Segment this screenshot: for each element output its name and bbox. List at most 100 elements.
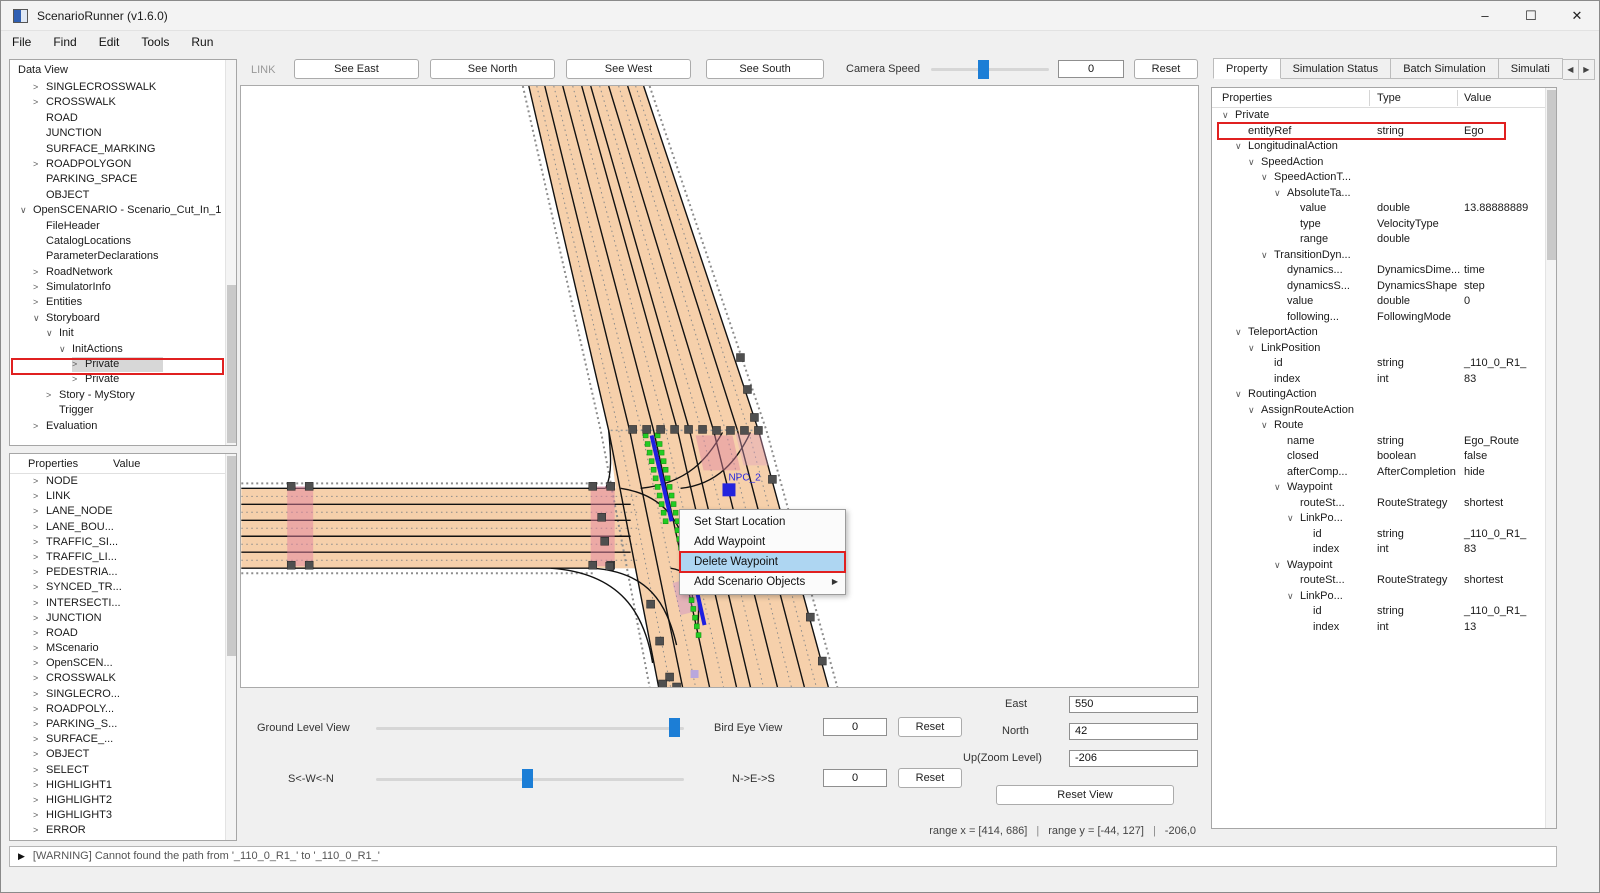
tree-item[interactable]: >INTERSECTI... <box>10 596 236 611</box>
property-row[interactable]: indexint83 <box>1212 542 1556 558</box>
tree-item[interactable]: >RoadNetwork <box>10 265 236 280</box>
tab-scroll-left-icon[interactable]: ◀ <box>1563 59 1579 80</box>
east-input[interactable]: 550 <box>1069 696 1198 713</box>
property-row[interactable]: ∨TransitionDyn... <box>1212 248 1556 264</box>
property-row[interactable]: ∨LinkPo... <box>1212 589 1556 605</box>
context-menu-item-set-start-location[interactable]: Set Start Location <box>680 512 845 532</box>
chevron-down-icon[interactable]: ∨ <box>1248 341 1261 357</box>
property-row[interactable]: idstring_110_0_R1_ <box>1212 356 1556 372</box>
tree-item[interactable]: >Private <box>10 372 236 387</box>
property-row[interactable]: ∨AssignRouteAction <box>1212 403 1556 419</box>
context-menu-item-add-scenario-objects[interactable]: Add Scenario Objects▶ <box>680 572 845 592</box>
tree-item[interactable]: >HIGHLIGHT1 <box>10 778 236 793</box>
close-button[interactable]: ✕ <box>1555 1 1599 31</box>
chevron-down-icon[interactable]: ∨ <box>59 342 72 357</box>
chevron-down-icon[interactable]: ∨ <box>1274 186 1287 202</box>
tree-item[interactable]: >ERROR <box>10 823 236 838</box>
nes-reset-button[interactable]: Reset <box>898 768 962 788</box>
tree-item[interactable]: >TRAFFIC_LI... <box>10 550 236 565</box>
tree-item[interactable]: >MScenario <box>10 641 236 656</box>
property-row[interactable]: dynamics...DynamicsDime...time <box>1212 263 1556 279</box>
tab-batch-simulation[interactable]: Batch Simulation <box>1391 58 1499 79</box>
menu-file[interactable]: File <box>1 31 42 49</box>
chevron-right-icon[interactable]: > <box>33 80 46 95</box>
chevron-down-icon[interactable]: ∨ <box>1287 589 1300 605</box>
tree-item[interactable]: ROAD <box>10 111 236 126</box>
tree-item[interactable]: >ROADPOLY... <box>10 702 236 717</box>
chevron-right-icon[interactable]: > <box>33 504 46 519</box>
property-row[interactable]: dynamicsS...DynamicsShapestep <box>1212 279 1556 295</box>
chevron-right-icon[interactable]: > <box>33 763 46 778</box>
tree-item[interactable]: >HIGHLIGHT3 <box>10 808 236 823</box>
chevron-right-icon[interactable]: > <box>33 687 46 702</box>
property-row[interactable]: ∨AbsoluteTa... <box>1212 186 1556 202</box>
property-row[interactable]: ∨LinkPosition <box>1212 341 1556 357</box>
tab-property[interactable]: Property <box>1213 58 1281 79</box>
chevron-right-icon[interactable]: > <box>72 357 85 372</box>
tree-item[interactable]: >LANE_BOU... <box>10 520 236 535</box>
chevron-right-icon[interactable]: > <box>33 157 46 172</box>
map-view[interactable]: NPC_2 Set Start LocationAdd WaypointDele… <box>240 85 1199 688</box>
tree-item[interactable]: >TRAFFIC_SI... <box>10 535 236 550</box>
tree-item[interactable]: Trigger <box>10 403 236 418</box>
chevron-right-icon[interactable]: > <box>33 419 46 434</box>
property-row[interactable]: ∨TeleportAction <box>1212 325 1556 341</box>
tree-item[interactable]: >LANE_NODE <box>10 504 236 519</box>
warning-expand-icon[interactable]: ▶ <box>18 851 25 861</box>
maximize-button[interactable]: ☐ <box>1509 1 1553 31</box>
reset-view-button[interactable]: Reset View <box>996 785 1174 805</box>
map-properties-scrollbar[interactable] <box>225 454 236 840</box>
property-row[interactable]: idstring_110_0_R1_ <box>1212 527 1556 543</box>
tree-item[interactable]: SURFACE_MARKING <box>10 142 236 157</box>
tree-item[interactable]: >SYNCED_TR... <box>10 580 236 595</box>
chevron-right-icon[interactable]: > <box>33 808 46 823</box>
property-row[interactable]: ∨Waypoint <box>1212 558 1556 574</box>
data-view-scrollbar[interactable] <box>225 60 236 445</box>
property-row[interactable]: indexint83 <box>1212 372 1556 388</box>
tree-item[interactable]: >OBJECT <box>10 747 236 762</box>
chevron-right-icon[interactable]: > <box>33 778 46 793</box>
bird-eye-reset-button[interactable]: Reset <box>898 717 962 737</box>
property-row[interactable]: ∨Route <box>1212 418 1556 434</box>
property-row[interactable]: ∨LinkPo... <box>1212 511 1556 527</box>
chevron-right-icon[interactable]: > <box>33 596 46 611</box>
chevron-right-icon[interactable]: > <box>33 611 46 626</box>
property-row[interactable]: namestringEgo_Route <box>1212 434 1556 450</box>
tree-item[interactable]: PARKING_SPACE <box>10 172 236 187</box>
property-row[interactable]: valuedouble13.88888889 <box>1212 201 1556 217</box>
camera-speed-input[interactable]: 0 <box>1058 60 1124 78</box>
chevron-right-icon[interactable]: > <box>33 580 46 595</box>
camera-speed-slider[interactable] <box>931 68 1049 71</box>
see-south-button[interactable]: See South <box>706 59 824 79</box>
tree-item[interactable]: >Private <box>10 357 236 372</box>
tree-item[interactable]: CatalogLocations <box>10 234 236 249</box>
property-row[interactable]: indexint13 <box>1212 620 1556 636</box>
property-row[interactable]: rangedouble <box>1212 232 1556 248</box>
tree-item[interactable]: ∨Init <box>10 326 236 341</box>
chevron-down-icon[interactable]: ∨ <box>1248 155 1261 171</box>
property-row[interactable]: typeVelocityType <box>1212 217 1556 233</box>
chevron-right-icon[interactable]: > <box>33 717 46 732</box>
context-menu-item-delete-waypoint[interactable]: Delete Waypoint <box>680 552 845 572</box>
chevron-right-icon[interactable]: > <box>33 265 46 280</box>
north-input[interactable]: 42 <box>1069 723 1198 740</box>
property-panel-scrollbar[interactable] <box>1545 88 1556 828</box>
chevron-down-icon[interactable]: ∨ <box>1261 170 1274 186</box>
tree-item[interactable]: >OpenSCEN... <box>10 656 236 671</box>
npc-marker[interactable] <box>722 483 735 496</box>
chevron-down-icon[interactable]: ∨ <box>1235 325 1248 341</box>
tree-item[interactable]: >PARKING_S... <box>10 717 236 732</box>
tree-item[interactable]: >NODE <box>10 474 236 489</box>
chevron-right-icon[interactable]: > <box>46 388 59 403</box>
tree-item[interactable]: ParameterDeclarations <box>10 249 236 264</box>
tree-item[interactable]: >PEDESTRIA... <box>10 565 236 580</box>
bird-eye-view-input[interactable]: 0 <box>823 718 887 736</box>
property-row[interactable]: ∨Private <box>1212 108 1556 124</box>
property-row[interactable]: idstring_110_0_R1_ <box>1212 604 1556 620</box>
data-view-scrollbar-thumb[interactable] <box>227 285 236 443</box>
chevron-right-icon[interactable]: > <box>33 295 46 310</box>
property-row[interactable]: routeSt...RouteStrategyshortest <box>1212 573 1556 589</box>
property-row[interactable]: ∨RoutingAction <box>1212 387 1556 403</box>
property-row[interactable]: following...FollowingMode <box>1212 310 1556 326</box>
tree-item[interactable]: >LINK <box>10 489 236 504</box>
